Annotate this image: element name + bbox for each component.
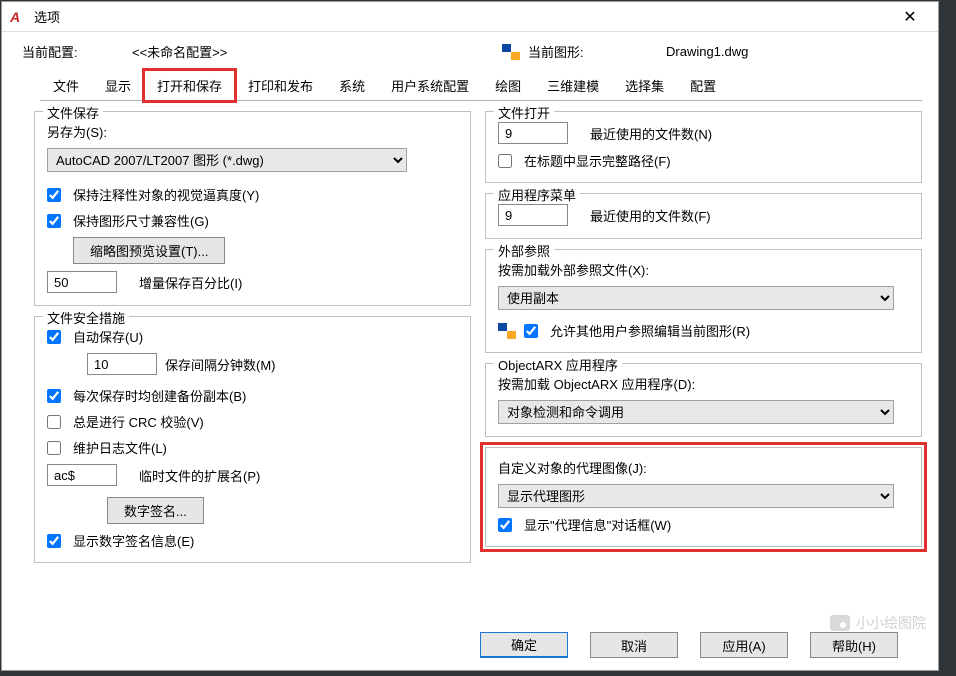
ext-label: 临时文件的扩展名(P) (139, 466, 260, 485)
tab-profiles[interactable]: 配置 (677, 70, 729, 101)
recent-files-input[interactable] (498, 122, 568, 144)
cb-autosave-label: 自动保存(U) (73, 327, 143, 346)
cb-crc[interactable] (47, 415, 61, 429)
cb-visual-label: 保持注释性对象的视觉逼真度(Y) (73, 185, 259, 204)
cb-showsign[interactable] (47, 534, 61, 548)
recent-files-label: 最近使用的文件数(N) (590, 124, 712, 143)
cb-proxy-label: 显示"代理信息"对话框(W) (524, 515, 671, 534)
tab-file[interactable]: 文件 (40, 70, 92, 101)
app-icon: A (10, 9, 26, 25)
cb-backup[interactable] (47, 389, 61, 403)
group-title-objectarx: ObjectARX 应用程序 (494, 355, 622, 374)
cb-log-row[interactable]: 维护日志文件(L) (47, 438, 458, 457)
save-format-select[interactable]: AutoCAD 2007/LT2007 图形 (*.dwg) (47, 148, 407, 172)
group-title-file-open: 文件打开 (494, 103, 554, 122)
apply-button[interactable]: 应用(A) (700, 632, 788, 658)
group-file-open: 文件打开 最近使用的文件数(N) 在标题中显示完整路径(F) (485, 111, 922, 183)
arx-load-select[interactable]: 对象检测和命令调用 (498, 400, 894, 424)
cb-compat-row[interactable]: 保持图形尺寸兼容性(G) (47, 211, 458, 230)
group-title-file-safe: 文件安全措施 (43, 308, 129, 327)
window-title: 选项 (34, 7, 890, 26)
tab-display[interactable]: 显示 (92, 70, 144, 101)
drawing-value: Drawing1.dwg (666, 44, 748, 59)
proxy-title: 自定义对象的代理图像(J): (498, 458, 909, 477)
cb-log[interactable] (47, 441, 61, 455)
cb-showsign-label: 显示数字签名信息(E) (73, 531, 194, 550)
ext-input[interactable] (47, 464, 117, 486)
percent-label: 增量保存百分比(I) (139, 273, 242, 292)
percent-input[interactable] (47, 271, 117, 293)
group-xref: 外部参照 按需加载外部参照文件(X): 使用副本 允许其他用户参照编辑当前图形(… (485, 249, 922, 353)
profile-row: 当前配置: <<未命名配置>> 当前图形: Drawing1.dwg (22, 42, 922, 61)
tab-open-save[interactable]: 打开和保存 (144, 70, 235, 101)
cb-proxy-row[interactable]: 显示"代理信息"对话框(W) (498, 515, 909, 534)
profile-label: 当前配置: (22, 42, 132, 61)
cb-compat-label: 保持图形尺寸兼容性(G) (73, 211, 209, 230)
group-title-xref: 外部参照 (494, 241, 554, 260)
menu-recent-label: 最近使用的文件数(F) (590, 206, 711, 225)
drawing-icon (502, 44, 520, 60)
cb-crc-label: 总是进行 CRC 校验(V) (73, 412, 204, 431)
cb-allow-edit[interactable] (524, 324, 538, 338)
cb-allow-row[interactable]: 允许其他用户参照编辑当前图形(R) (524, 321, 750, 340)
save-as-label: 另存为(S): (47, 122, 458, 141)
ok-button[interactable]: 确定 (480, 632, 568, 658)
cb-visual[interactable] (47, 188, 61, 202)
tab-user-pref[interactable]: 用户系统配置 (378, 70, 482, 101)
group-app-menu: 应用程序菜单 最近使用的文件数(F) (485, 193, 922, 239)
cb-allow-label: 允许其他用户参照编辑当前图形(R) (550, 321, 750, 340)
profile-value: <<未命名配置>> (132, 42, 227, 61)
cb-fullpath-row[interactable]: 在标题中显示完整路径(F) (498, 151, 909, 170)
cb-autosave[interactable] (47, 330, 61, 344)
group-objectarx: ObjectARX 应用程序 按需加载 ObjectARX 应用程序(D): 对… (485, 363, 922, 437)
group-proxy: 自定义对象的代理图像(J): 显示代理图形 显示"代理信息"对话框(W) (485, 447, 922, 547)
tab-drafting[interactable]: 绘图 (482, 70, 534, 101)
cb-fullpath[interactable] (498, 154, 512, 168)
cb-backup-label: 每次保存时均创建备份副本(B) (73, 386, 246, 405)
cb-compat[interactable] (47, 214, 61, 228)
cb-backup-row[interactable]: 每次保存时均创建备份副本(B) (47, 386, 458, 405)
cb-proxy-info[interactable] (498, 518, 512, 532)
cb-autosave-row[interactable]: 自动保存(U) (47, 327, 458, 346)
cb-fullpath-label: 在标题中显示完整路径(F) (524, 151, 671, 170)
footer: 确定 取消 应用(A) 帮助(H) (22, 620, 922, 670)
cancel-button[interactable]: 取消 (590, 632, 678, 658)
drawing-label: 当前图形: (528, 42, 658, 61)
group-title-app-menu: 应用程序菜单 (494, 185, 580, 204)
proxy-select[interactable]: 显示代理图形 (498, 484, 894, 508)
cb-log-label: 维护日志文件(L) (73, 438, 167, 457)
arx-load-label: 按需加载 ObjectARX 应用程序(D): (498, 374, 909, 393)
group-file-save: 文件保存 另存为(S): AutoCAD 2007/LT2007 图形 (*.d… (34, 111, 471, 306)
close-button[interactable]: ✕ (890, 7, 930, 27)
menu-recent-input[interactable] (498, 204, 568, 226)
xref-load-select[interactable]: 使用副本 (498, 286, 894, 310)
drawing-icon-small (498, 323, 516, 339)
digital-sign-button[interactable]: 数字签名... (107, 497, 204, 524)
minutes-label: 保存间隔分钟数(M) (165, 355, 276, 374)
thumbnail-settings-button[interactable]: 缩略图预览设置(T)... (73, 237, 225, 264)
minutes-input[interactable] (87, 353, 157, 375)
cb-crc-row[interactable]: 总是进行 CRC 校验(V) (47, 412, 458, 431)
help-button[interactable]: 帮助(H) (810, 632, 898, 658)
tab-bar: 文件 显示 打开和保存 打印和发布 系统 用户系统配置 绘图 三维建模 选择集 … (40, 69, 922, 101)
group-file-safe: 文件安全措施 自动保存(U) 保存间隔分钟数(M) 每次保存时均创建备份副 (34, 316, 471, 563)
tab-system[interactable]: 系统 (326, 70, 378, 101)
group-title-file-save: 文件保存 (43, 103, 103, 122)
xref-load-label: 按需加载外部参照文件(X): (498, 260, 909, 279)
titlebar: A 选项 ✕ (2, 2, 938, 32)
tab-plot[interactable]: 打印和发布 (235, 70, 326, 101)
cb-showsign-row[interactable]: 显示数字签名信息(E) (47, 531, 458, 550)
cb-visual-row[interactable]: 保持注释性对象的视觉逼真度(Y) (47, 185, 458, 204)
tab-selection[interactable]: 选择集 (612, 70, 677, 101)
tab-3d-model[interactable]: 三维建模 (534, 70, 612, 101)
